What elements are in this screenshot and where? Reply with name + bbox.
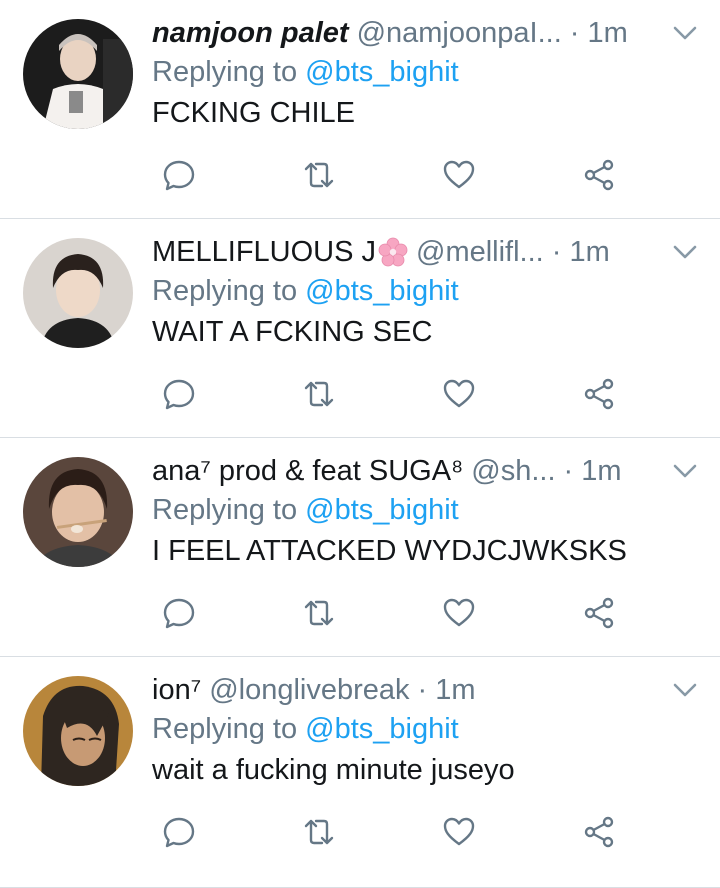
heart-icon [443,379,475,408]
mention-link[interactable]: @bts_bighit [305,56,459,88]
tweet[interactable]: MELLIFLUOUS J @mellifl... · 1m Replying … [0,219,720,438]
tweet[interactable]: ana⁷ prod & feat SUGA⁸ @sh... · 1m Reply… [0,438,720,657]
avatar[interactable] [23,238,133,348]
reply-icon [163,379,195,410]
timestamp[interactable]: · 1m [552,236,610,269]
display-name[interactable]: ana⁷ prod & feat SUGA⁸ [152,455,463,488]
replying-to-label: Replying to [152,56,306,88]
action-bar [152,371,622,417]
heart-icon [443,598,475,627]
user-handle[interactable]: @sh... [471,455,555,488]
tweet-text: FCKING CHILE [152,97,356,129]
replying-to: Replying to @bts_bighit [152,713,459,746]
chevron-down-icon[interactable] [670,241,700,263]
user-handle[interactable]: @namjoonpaI... [357,17,562,50]
retweet-button[interactable] [296,152,342,198]
share-button[interactable] [576,152,622,198]
tweet[interactable]: namjoon palet @namjoonpaI... · 1m Replyi… [0,0,720,219]
avatar[interactable] [23,457,133,567]
tweet-header: ana⁷ prod & feat SUGA⁸ @sh... · 1m [152,452,700,490]
replying-to: Replying to @bts_bighit [152,56,459,89]
like-button[interactable] [436,590,482,636]
retweet-icon [304,381,334,407]
action-bar [152,152,622,198]
like-button[interactable] [436,809,482,855]
retweet-icon [304,819,334,845]
replying-to-label: Replying to [152,494,306,526]
replying-to: Replying to @bts_bighit [152,275,459,308]
tweet-text: wait a fucking minute juseyo [152,754,515,786]
share-icon [584,378,614,410]
replying-to-label: Replying to [152,275,306,307]
chevron-down-icon[interactable] [670,679,700,701]
share-icon [584,597,614,629]
tweet-text: WAIT A FCKING SEC [152,316,433,348]
retweet-button[interactable] [296,371,342,417]
share-button[interactable] [576,809,622,855]
avatar[interactable] [23,676,133,786]
replying-to: Replying to @bts_bighit [152,494,459,527]
cherry-blossom-icon [378,237,408,267]
reply-feed: namjoon palet @namjoonpaI... · 1m Replyi… [0,0,720,888]
heart-icon [443,160,475,189]
chevron-down-icon[interactable] [670,22,700,44]
retweet-button[interactable] [296,809,342,855]
mention-link[interactable]: @bts_bighit [305,713,459,745]
retweet-icon [304,600,334,626]
timestamp[interactable]: · 1m [570,17,628,50]
display-name[interactable]: namjoon palet [152,17,349,50]
action-bar [152,809,622,855]
tweet-text: I FEEL ATTACKED WYDJCJWKSKS [152,535,627,567]
tweet-header: namjoon palet @namjoonpaI... · 1m [152,14,700,52]
timestamp[interactable]: · 1m [418,674,476,707]
heart-icon [443,817,475,846]
tweet[interactable]: ion⁷ @longlivebreak · 1m Replying to @bt… [0,657,720,888]
display-name[interactable]: MELLIFLUOUS J [152,236,376,269]
reply-icon [163,160,195,191]
display-name[interactable]: ion⁷ [152,674,201,707]
like-button[interactable] [436,371,482,417]
like-button[interactable] [436,152,482,198]
retweet-icon [304,162,334,188]
tweet-header: ion⁷ @longlivebreak · 1m [152,671,700,709]
mention-link[interactable]: @bts_bighit [305,275,459,307]
share-button[interactable] [576,590,622,636]
reply-icon [163,817,195,848]
share-icon [584,816,614,848]
chevron-down-icon[interactable] [670,460,700,482]
user-handle[interactable]: @mellifl... [416,236,544,269]
reply-icon [163,598,195,629]
retweet-button[interactable] [296,590,342,636]
share-icon [584,159,614,191]
reply-button[interactable] [156,371,202,417]
replying-to-label: Replying to [152,713,306,745]
tweet-header: MELLIFLUOUS J @mellifl... · 1m [152,233,700,271]
avatar[interactable] [23,19,133,129]
share-button[interactable] [576,371,622,417]
reply-button[interactable] [156,809,202,855]
action-bar [152,590,622,636]
mention-link[interactable]: @bts_bighit [305,494,459,526]
user-handle[interactable]: @longlivebreak [209,674,409,707]
reply-button[interactable] [156,152,202,198]
reply-button[interactable] [156,590,202,636]
timestamp[interactable]: · 1m [564,455,622,488]
